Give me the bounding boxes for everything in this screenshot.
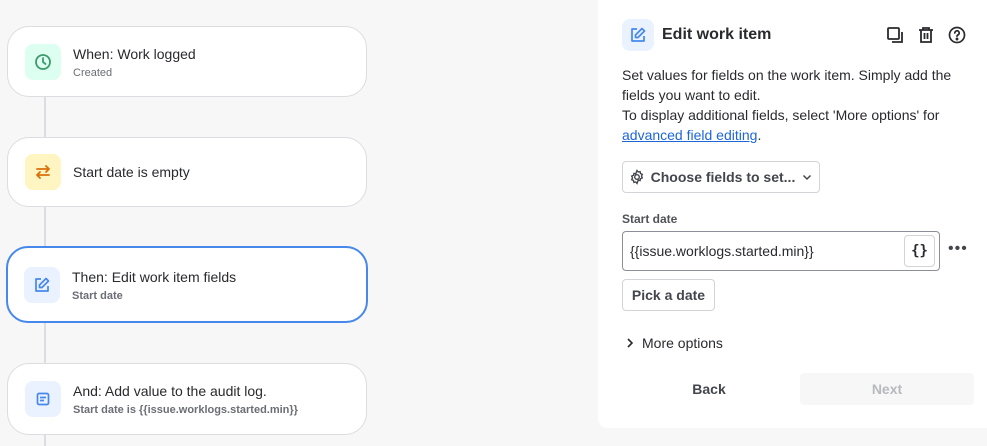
more-options-label: More options xyxy=(642,335,723,351)
action-card-log[interactable]: And: Add value to the audit log. Start da… xyxy=(7,363,367,435)
help-icon[interactable] xyxy=(948,26,966,49)
more-actions-icon[interactable]: ••• xyxy=(948,240,968,258)
smart-value-button[interactable]: {} xyxy=(904,235,935,267)
action-card-edit[interactable]: Then: Edit work item fields Start date xyxy=(6,246,368,323)
clock-icon xyxy=(25,43,61,80)
card-subtitle: Start date is {{issue.worklogs.started.m… xyxy=(73,404,298,416)
more-options-toggle[interactable]: More options xyxy=(624,335,723,351)
chevron-right-icon xyxy=(627,338,634,348)
advanced-field-editing-link[interactable]: advanced field editing xyxy=(622,127,757,143)
description-text: Set values for fields on the work item. … xyxy=(622,67,952,103)
log-icon xyxy=(25,381,61,417)
card-subtitle: Start date xyxy=(72,289,123,302)
field-label: Start date xyxy=(622,212,678,226)
chevron-down-icon xyxy=(803,174,812,181)
back-button[interactable]: Back xyxy=(622,373,796,405)
card-title: And: Add value to the audit log. xyxy=(73,383,267,399)
description-text-2: To display additional fields, select 'Mo… xyxy=(622,107,940,123)
edit-icon xyxy=(622,19,654,51)
card-subtitle: Created xyxy=(73,66,113,79)
next-button[interactable]: Next xyxy=(800,373,974,405)
condition-card[interactable]: Start date is empty xyxy=(7,137,367,207)
card-title: When: Work logged xyxy=(73,45,196,62)
period: . xyxy=(757,127,762,143)
edit-panel: Edit work item Set values for fields on … xyxy=(598,0,987,428)
gear-icon xyxy=(630,169,643,185)
card-title: Then: Edit work item fields xyxy=(72,268,237,285)
card-title: Start date is empty xyxy=(73,164,190,180)
start-date-value: {{issue.worklogs.started.min}} xyxy=(630,243,814,259)
delete-icon[interactable] xyxy=(918,26,934,49)
swap-arrows-icon xyxy=(25,154,61,190)
trigger-card[interactable]: When: Work logged Created xyxy=(7,26,367,97)
panel-title: Edit work item xyxy=(662,26,772,43)
description: Set values for fields on the work item. … xyxy=(622,65,967,145)
connector xyxy=(44,434,46,446)
start-date-input[interactable]: {{issue.worklogs.started.min}} {} xyxy=(622,231,940,271)
choose-fields-dropdown[interactable]: Choose fields to set... xyxy=(622,161,820,193)
pick-date-button[interactable]: Pick a date xyxy=(622,279,715,311)
duplicate-icon[interactable] xyxy=(886,26,904,49)
choose-fields-label: Choose fields to set... xyxy=(650,169,796,185)
edit-icon xyxy=(24,266,60,303)
